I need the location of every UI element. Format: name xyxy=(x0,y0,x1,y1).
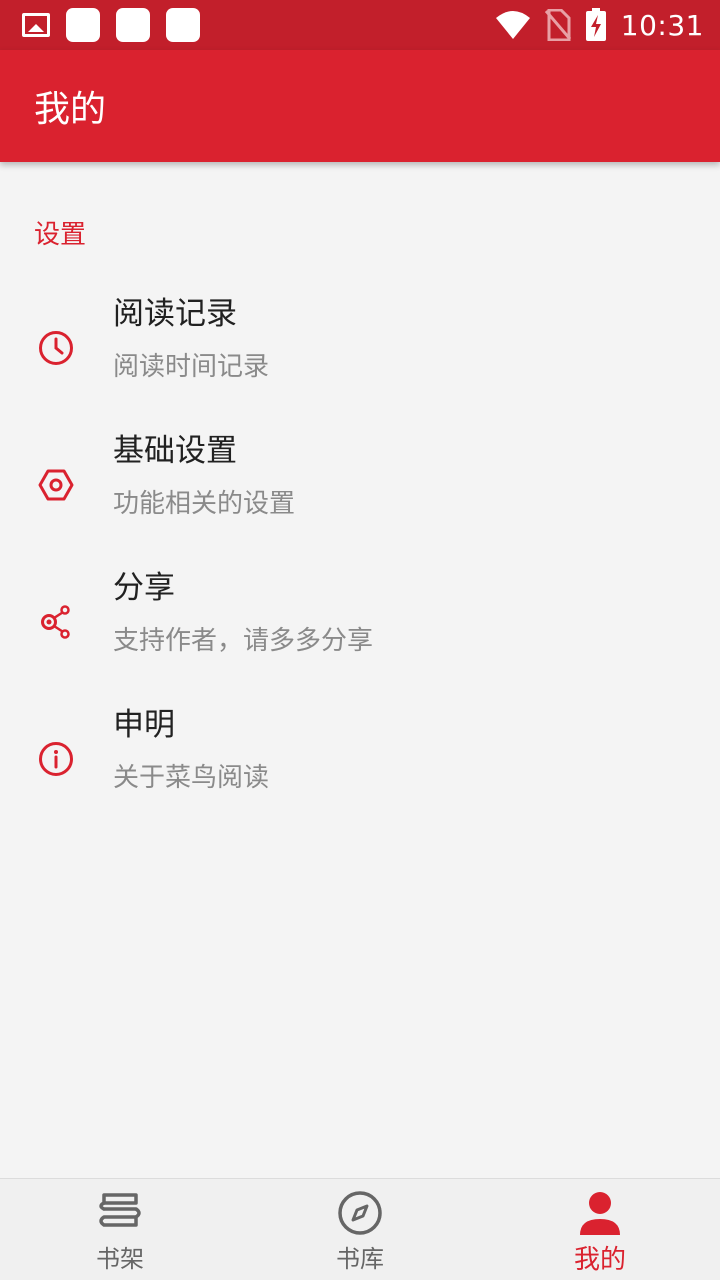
settings-item-title: 基础设置 xyxy=(113,433,237,469)
settings-item-title: 分享 xyxy=(113,570,175,606)
tab-label: 书库 xyxy=(336,1245,384,1273)
bookshelf-icon xyxy=(99,1193,141,1227)
settings-item-reading-history[interactable]: 阅读记录 阅读时间记录 xyxy=(0,280,720,410)
wifi-icon xyxy=(495,11,530,39)
settings-item-subtitle: 阅读时间记录 xyxy=(113,352,270,382)
settings-item-subtitle: 关于菜鸟阅读 xyxy=(113,763,270,793)
info-icon xyxy=(39,742,73,776)
tab-mine[interactable]: 我的 xyxy=(480,1179,720,1280)
no-sim-icon xyxy=(544,9,571,41)
notification-icon xyxy=(116,8,150,42)
settings-item-basic-settings[interactable]: 基础设置 功能相关的设置 xyxy=(0,417,720,547)
settings-item-subtitle: 功能相关的设置 xyxy=(113,489,296,519)
status-time: 10:31 xyxy=(620,8,704,42)
settings-content: 设置 阅读记录 阅读时间记录 基础设置 功能相关的设置 分享 支持作者，请多多分… xyxy=(0,162,720,1178)
tab-library[interactable]: 书库 xyxy=(240,1179,480,1280)
settings-item-title: 阅读记录 xyxy=(113,296,237,332)
battery-charging-icon xyxy=(585,8,606,41)
settings-item-subtitle: 支持作者，请多多分享 xyxy=(113,626,374,656)
person-icon xyxy=(580,1192,620,1235)
clock-icon xyxy=(39,331,73,365)
settings-item-statement[interactable]: 申明 关于菜鸟阅读 xyxy=(0,691,720,821)
image-icon xyxy=(22,13,50,37)
page-title: 我的 xyxy=(34,89,107,130)
app-bar: 我的 xyxy=(0,50,720,162)
tab-label: 书架 xyxy=(96,1245,144,1273)
tab-label: 我的 xyxy=(573,1245,626,1275)
bottom-nav: 书架 书库 我的 xyxy=(0,1178,720,1280)
settings-item-share[interactable]: 分享 支持作者，请多多分享 xyxy=(0,554,720,684)
tab-bookshelf[interactable]: 书架 xyxy=(0,1179,240,1280)
share-icon xyxy=(41,605,70,639)
notification-icon xyxy=(166,8,200,42)
status-bar: 10:31 xyxy=(0,0,720,50)
compass-icon xyxy=(338,1191,382,1235)
notification-icon xyxy=(66,8,100,42)
settings-hex-icon xyxy=(38,469,74,501)
section-header-settings: 设置 xyxy=(34,220,87,250)
settings-item-title: 申明 xyxy=(113,707,175,743)
